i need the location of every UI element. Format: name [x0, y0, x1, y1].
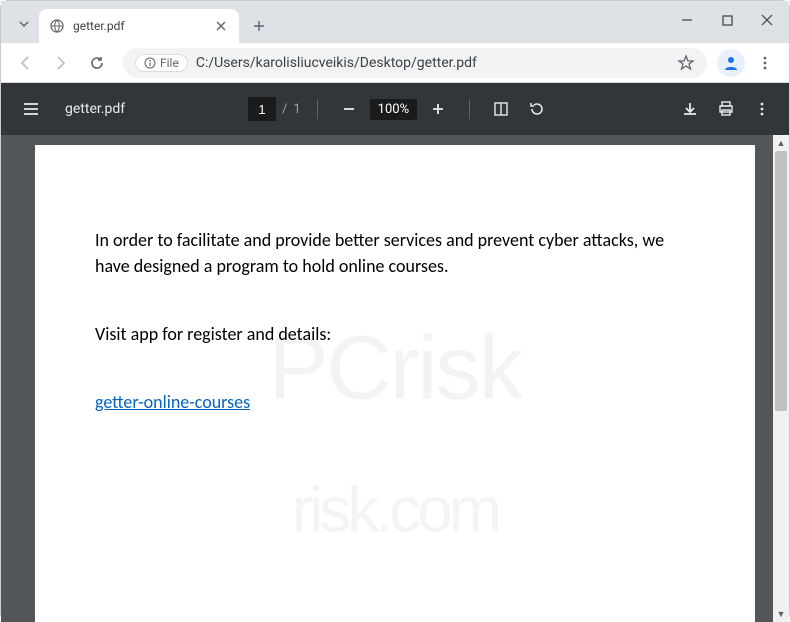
pdf-page: PCrisk risk.com In order to facilitate a…: [35, 145, 755, 622]
pdf-page-input[interactable]: [248, 97, 276, 121]
browser-toolbar: File C:/Users/karolisliucveikis/Desktop/…: [1, 43, 789, 83]
new-tab-button[interactable]: [245, 12, 273, 40]
divider: [317, 99, 318, 119]
scroll-track[interactable]: [773, 151, 789, 606]
download-button[interactable]: [675, 94, 705, 124]
address-bar[interactable]: File C:/Users/karolisliucveikis/Desktop/…: [123, 48, 707, 78]
tab-search-dropdown[interactable]: [9, 9, 39, 39]
file-chip: File: [135, 54, 188, 72]
tab-close-icon[interactable]: [213, 18, 229, 34]
scroll-thumb[interactable]: [775, 151, 787, 411]
browser-titlebar: getter.pdf: [1, 1, 789, 43]
scroll-up-icon[interactable]: ▲: [773, 135, 789, 151]
divider: [469, 99, 470, 119]
forward-button[interactable]: [45, 47, 77, 79]
zoom-in-button[interactable]: [423, 94, 453, 124]
pdf-link[interactable]: getter-online-courses: [95, 391, 250, 413]
tab-title: getter.pdf: [73, 19, 205, 33]
pdf-menu-icon[interactable]: [13, 91, 49, 127]
pdf-page-separator: /: [282, 102, 287, 117]
print-button[interactable]: [711, 94, 741, 124]
rotate-button[interactable]: [522, 94, 552, 124]
browser-menu-button[interactable]: [749, 47, 781, 79]
minimize-button[interactable]: [669, 5, 705, 35]
pdf-toolbar-center: / 1 100%: [133, 94, 667, 124]
pdf-viewport[interactable]: PCrisk risk.com In order to facilitate a…: [1, 135, 789, 622]
back-button[interactable]: [9, 47, 41, 79]
pdf-paragraph-1: In order to facilitate and provide bette…: [95, 227, 695, 279]
pdf-total-pages: 1: [293, 102, 300, 117]
scroll-down-icon[interactable]: ▼: [773, 606, 789, 622]
pdf-toolbar-right: [675, 94, 777, 124]
watermark-sub: risk.com: [292, 464, 498, 557]
zoom-out-button[interactable]: [334, 94, 364, 124]
fit-page-button[interactable]: [486, 94, 516, 124]
pdf-paragraph-2: Visit app for register and details:: [95, 321, 695, 347]
window-controls: [669, 5, 785, 35]
vertical-scrollbar[interactable]: ▲ ▼: [773, 135, 789, 622]
pdf-filename: getter.pdf: [65, 101, 125, 117]
pdf-toolbar: getter.pdf / 1 100%: [1, 83, 789, 135]
bookmark-star-icon[interactable]: [677, 54, 695, 72]
close-button[interactable]: [749, 5, 785, 35]
maximize-button[interactable]: [709, 5, 745, 35]
browser-tab-active[interactable]: getter.pdf: [39, 9, 239, 43]
globe-icon: [49, 18, 65, 34]
pdf-more-button[interactable]: [747, 94, 777, 124]
reload-button[interactable]: [81, 47, 113, 79]
profile-avatar[interactable]: [717, 49, 745, 77]
file-chip-label: File: [160, 56, 179, 70]
zoom-level[interactable]: 100%: [370, 99, 417, 120]
url-text: C:/Users/karolisliucveikis/Desktop/gette…: [196, 55, 669, 71]
info-icon: [144, 57, 156, 69]
